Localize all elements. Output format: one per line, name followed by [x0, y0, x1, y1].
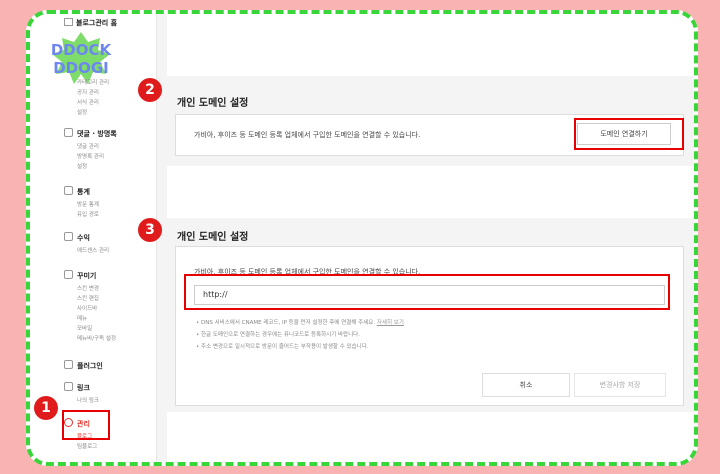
chart-icon [64, 186, 73, 195]
highlight-domain-input [184, 274, 670, 310]
palette-icon [64, 270, 73, 279]
sidebar-section-plugin: 플러그인 [64, 360, 103, 374]
screenshot-frame: 블로그관리 홈 DDOCK DDOGI 카테고리 관리 공지 관리 서식 관리 … [26, 10, 698, 466]
sidebar-item-comment-settings[interactable]: 설정 [64, 162, 117, 172]
highlight-connect-button [574, 118, 684, 150]
revenue-icon [64, 232, 73, 241]
sidebar-item-menubar[interactable]: 메뉴바/구독 설정 [64, 334, 116, 344]
link-icon [64, 382, 73, 391]
sidebar-heading-comments[interactable]: 댓글 · 방명록 [64, 128, 117, 139]
plugin-icon [64, 360, 73, 369]
sidebar-item-category[interactable]: 카테고리 관리 [64, 78, 109, 88]
sidebar-item-content-settings[interactable]: 설정 [64, 108, 109, 118]
sidebar-item-guestbook-manage[interactable]: 방명록 관리 [64, 152, 117, 162]
highlight-manage-blog [62, 410, 110, 440]
middle-panel [167, 166, 694, 218]
step-badge-1: 1 [34, 396, 58, 420]
sidebar-item-menu[interactable]: 메뉴 [64, 314, 116, 324]
sidebar-item-comment-manage[interactable]: 댓글 관리 [64, 142, 117, 152]
main-content: 개인 도메인 설정 가비아, 후이즈 등 도메인 등록 업체에서 구입한 도메인… [157, 14, 694, 462]
sidebar-section-comments: 댓글 · 방명록 댓글 관리 방명록 관리 설정 [64, 128, 117, 172]
details-link[interactable]: 자세히 보기 [377, 320, 404, 326]
section1-description: 가비아, 후이즈 등 도메인 등록 업체에서 구입한 도메인을 연결할 수 있습… [194, 131, 421, 139]
sidebar-item-template[interactable]: 서식 관리 [64, 98, 109, 108]
sidebar-item-mobile[interactable]: 모바일 [64, 324, 116, 334]
sidebar-section-design: 꾸미기 스킨 변경 스킨 편집 사이드바 메뉴 모바일 메뉴바/구독 설정 [64, 270, 116, 344]
sidebar-section-revenue: 수익 애드센스 관리 [64, 232, 109, 256]
comment-icon [64, 128, 73, 137]
sidebar-section-stats: 통계 방문 통계 유입 경로 [64, 186, 99, 220]
note-item: • 주소 변경으로 일시적으로 방문이 줄어드는 부작용이 발생할 수 있습니다… [196, 344, 369, 350]
step-badge-3: 3 [138, 218, 162, 242]
note-item: • 한글 도메인으로 연결하는 경우에는 퓨니코드로 등록하시기 바랍니다. [196, 332, 360, 338]
step-badge-2: 2 [138, 78, 162, 102]
logo-text-line-2: DDOGI [53, 59, 109, 77]
sidebar-heading-design[interactable]: 꾸미기 [64, 270, 116, 281]
section2-title: 개인 도메인 설정 [177, 232, 249, 243]
sidebar-item-notice[interactable]: 공지 관리 [64, 88, 109, 98]
sidebar-section-content: 카테고리 관리 공지 관리 서식 관리 설정 [64, 78, 109, 118]
sidebar-item-team-blog[interactable]: 팀블로그 [64, 442, 97, 452]
sidebar-item-referrer[interactable]: 유입 경로 [64, 210, 99, 220]
sidebar-item-skin-edit[interactable]: 스킨 편집 [64, 294, 116, 304]
sidebar-item-sidebar[interactable]: 사이드바 [64, 304, 116, 314]
note-item: • DNS 서비스에서 CNAME 레코드, IP 등을 먼저 설정한 후에 연… [196, 320, 404, 326]
sidebar-heading-stats[interactable]: 통계 [64, 186, 99, 197]
sidebar-heading-link[interactable]: 링크 [64, 382, 99, 393]
logo-text-line-1: DDOCK [51, 41, 113, 59]
sidebar-item-skin-change[interactable]: 스킨 변경 [64, 284, 116, 294]
sidebar-item-my-links[interactable]: 나의 링크 [64, 396, 99, 406]
domain-notes: • DNS 서비스에서 CNAME 레코드, IP 등을 먼저 설정한 후에 연… [196, 317, 404, 353]
sidebar: 블로그관리 홈 DDOCK DDOGI 카테고리 관리 공지 관리 서식 관리 … [30, 14, 157, 462]
home-icon [64, 18, 73, 26]
sidebar-home-label: 블로그관리 홈 [76, 19, 118, 27]
sidebar-heading-plugin[interactable]: 플러그인 [64, 360, 103, 371]
section2-card: 가비아, 후이즈 등 도메인 등록 업체에서 구입한 도메인을 연결할 수 있습… [175, 246, 684, 406]
sidebar-item-adsense[interactable]: 애드센스 관리 [64, 246, 109, 256]
top-panel [167, 14, 694, 76]
section1-title: 개인 도메인 설정 [177, 98, 249, 109]
sidebar-item-visit-stats[interactable]: 방문 통계 [64, 200, 99, 210]
cancel-button[interactable]: 취소 [482, 373, 570, 397]
sidebar-section-link: 링크 나의 링크 [64, 382, 99, 406]
sidebar-home-link[interactable]: 블로그관리 홈 [64, 18, 117, 28]
bottom-panel [167, 412, 694, 462]
sidebar-heading-revenue[interactable]: 수익 [64, 232, 109, 243]
save-changes-button[interactable]: 변경사항 저장 [574, 373, 666, 397]
